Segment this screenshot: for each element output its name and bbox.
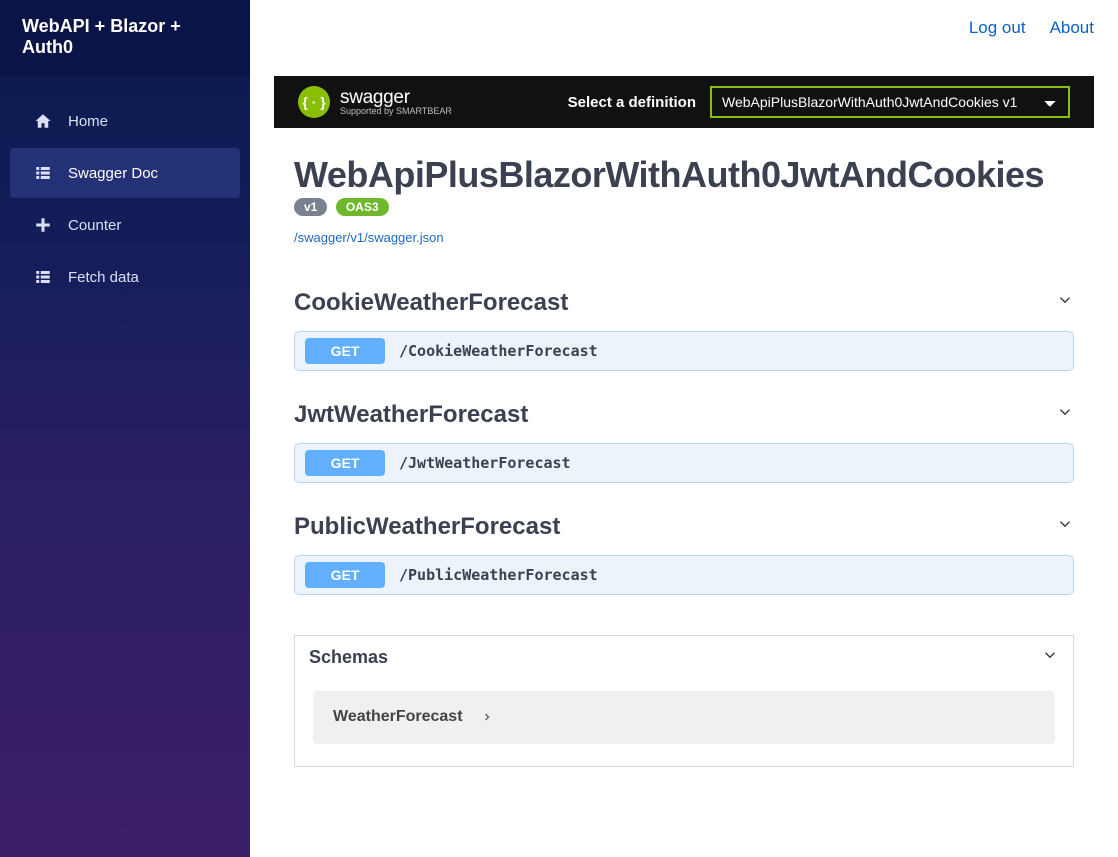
http-method-badge: GET bbox=[305, 338, 385, 364]
tag-name: CookieWeatherForecast bbox=[294, 289, 568, 317]
about-link[interactable]: About bbox=[1050, 18, 1094, 38]
list-icon bbox=[32, 164, 54, 182]
sidebar-item-label: Swagger Doc bbox=[68, 165, 158, 182]
schema-item-weatherforecast[interactable]: WeatherForecast bbox=[313, 691, 1055, 744]
sidebar-item-fetch-data[interactable]: Fetch data bbox=[10, 252, 240, 302]
sidebar: WebAPI + Blazor + Auth0 Home Swagger Doc… bbox=[0, 0, 250, 857]
sidebar-item-counter[interactable]: Counter bbox=[10, 200, 240, 250]
content: { · } swagger Supported by SMARTBEAR Sel… bbox=[250, 56, 1118, 807]
operation-path: /PublicWeatherForecast bbox=[399, 566, 598, 584]
sidebar-item-label: Home bbox=[68, 113, 108, 130]
main-area: Log out About { · } swagger Supported by… bbox=[250, 0, 1118, 857]
chevron-down-icon bbox=[1056, 403, 1074, 426]
tag-name: PublicWeatherForecast bbox=[294, 513, 560, 541]
app-brand: WebAPI + Blazor + Auth0 bbox=[0, 0, 250, 76]
openapi-json-link[interactable]: /swagger/v1/swagger.json bbox=[294, 230, 1074, 245]
http-method-badge: GET bbox=[305, 450, 385, 476]
swagger-topbar: { · } swagger Supported by SMARTBEAR Sel… bbox=[274, 76, 1094, 128]
tag-name: JwtWeatherForecast bbox=[294, 401, 528, 429]
api-title: WebApiPlusBlazorWithAuth0JwtAndCookies bbox=[294, 156, 1074, 194]
definition-label: Select a definition bbox=[568, 94, 696, 111]
tag-section: PublicWeatherForecast GET /PublicWeather… bbox=[274, 513, 1094, 595]
chevron-down-icon bbox=[1041, 646, 1059, 669]
tag-header-jwtweatherforecast[interactable]: JwtWeatherForecast bbox=[274, 401, 1094, 437]
plus-icon bbox=[32, 216, 54, 234]
logout-link[interactable]: Log out bbox=[969, 18, 1026, 38]
http-method-badge: GET bbox=[305, 562, 385, 588]
tag-section: JwtWeatherForecast GET /JwtWeatherForeca… bbox=[274, 401, 1094, 483]
api-tags: CookieWeatherForecast GET /CookieWeather… bbox=[274, 249, 1094, 595]
sidebar-item-label: Counter bbox=[68, 217, 121, 234]
schemas-section: Schemas WeatherForecast bbox=[294, 635, 1074, 767]
sidebar-item-home[interactable]: Home bbox=[10, 96, 240, 146]
operation-row[interactable]: GET /CookieWeatherForecast bbox=[294, 331, 1074, 371]
operation-path: /CookieWeatherForecast bbox=[399, 342, 598, 360]
operation-path: /JwtWeatherForecast bbox=[399, 454, 571, 472]
home-icon bbox=[32, 112, 54, 130]
tag-header-publicweatherforecast[interactable]: PublicWeatherForecast bbox=[274, 513, 1094, 549]
chevron-down-icon bbox=[1056, 291, 1074, 314]
chevron-right-icon bbox=[481, 707, 493, 728]
version-badge: v1 bbox=[294, 198, 327, 216]
swagger-logo-icon: { · } bbox=[298, 86, 330, 118]
oas-badge: OAS3 bbox=[336, 198, 389, 216]
operation-row[interactable]: GET /PublicWeatherForecast bbox=[294, 555, 1074, 595]
tag-header-cookieweatherforecast[interactable]: CookieWeatherForecast bbox=[274, 289, 1094, 325]
sidebar-item-label: Fetch data bbox=[68, 269, 139, 286]
definition-select[interactable]: WebApiPlusBlazorWithAuth0JwtAndCookies v… bbox=[710, 86, 1070, 118]
tag-section: CookieWeatherForecast GET /CookieWeather… bbox=[274, 289, 1094, 371]
schemas-header[interactable]: Schemas bbox=[295, 636, 1073, 679]
swagger-logo-text: swagger bbox=[340, 88, 452, 107]
swagger-logo-sub: Supported by SMARTBEAR bbox=[340, 107, 452, 116]
sidebar-nav: Home Swagger Doc Counter Fetch data bbox=[0, 76, 250, 304]
list-icon bbox=[32, 268, 54, 286]
swagger-logo: { · } swagger Supported by SMARTBEAR bbox=[298, 86, 452, 118]
operation-row[interactable]: GET /JwtWeatherForecast bbox=[294, 443, 1074, 483]
api-header: WebApiPlusBlazorWithAuth0JwtAndCookies v… bbox=[274, 128, 1094, 249]
schema-name: WeatherForecast bbox=[333, 708, 463, 726]
chevron-down-icon bbox=[1056, 515, 1074, 538]
sidebar-item-swagger-doc[interactable]: Swagger Doc bbox=[10, 148, 240, 198]
topbar: Log out About bbox=[250, 0, 1118, 56]
schemas-label: Schemas bbox=[309, 647, 388, 668]
